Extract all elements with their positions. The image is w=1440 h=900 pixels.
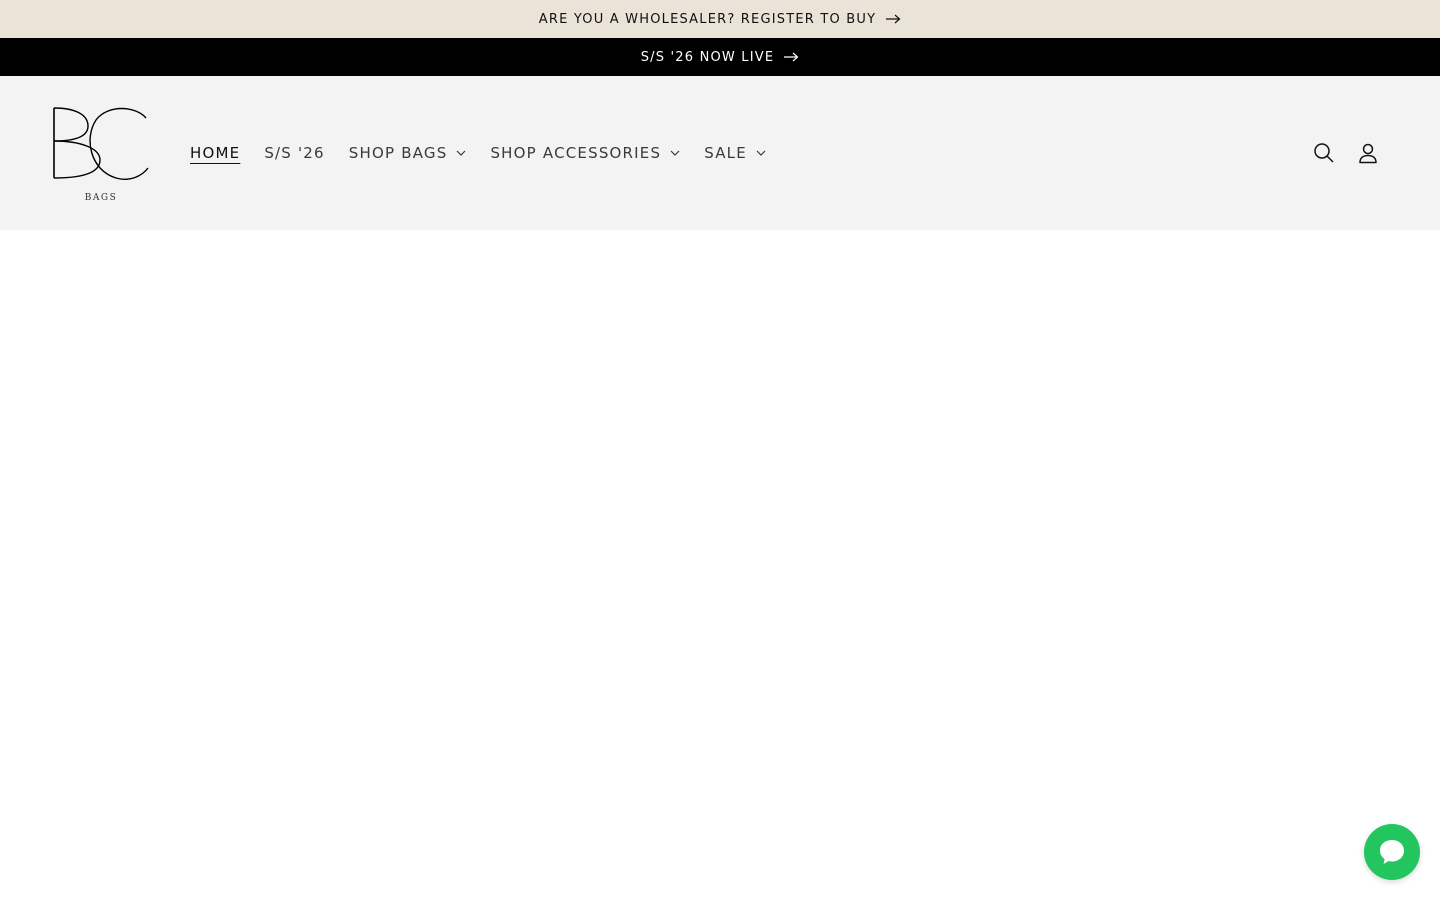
- header-icons: [1312, 76, 1380, 230]
- chevron-down-icon: [670, 150, 680, 156]
- main-navigation: HOME S/S '26 SHOP BAGS SHOP ACCESSORIES …: [190, 76, 790, 230]
- chat-launcher-button[interactable]: [1364, 824, 1420, 880]
- brand-logo: BAGS: [53, 107, 149, 203]
- search-icon: [1314, 143, 1334, 163]
- season-announcement-text: S/S '26 NOW LIVE: [640, 49, 775, 65]
- account-icon: [1359, 143, 1377, 164]
- chat-bubble-icon: [1380, 840, 1404, 864]
- search-button[interactable]: [1312, 141, 1336, 165]
- nav-item-ss26[interactable]: S/S '26: [264, 144, 324, 162]
- chevron-down-icon: [456, 150, 466, 156]
- site-header: BAGS HOME S/S '26 SHOP BAGS SHOP ACCESSO…: [0, 76, 1440, 230]
- nav-item-home-label: HOME: [190, 144, 241, 162]
- nav-item-home[interactable]: HOME: [190, 144, 240, 162]
- wholesale-announcement-link[interactable]: ARE YOU A WHOLESALER? REGISTER TO BUY: [0, 0, 1440, 38]
- main-content: [0, 230, 1440, 900]
- account-button[interactable]: [1356, 141, 1380, 165]
- nav-item-shop-accessories-label: SHOP ACCESSORIES: [490, 144, 662, 162]
- nav-item-shop-bags[interactable]: SHOP BAGS: [349, 144, 467, 162]
- nav-item-sale-label: SALE: [704, 144, 747, 162]
- nav-item-sale[interactable]: SALE: [704, 144, 766, 162]
- wholesale-announcement-text: ARE YOU A WHOLESALER? REGISTER TO BUY: [538, 11, 877, 27]
- arrow-right-icon: [886, 14, 901, 24]
- brand-logo-link[interactable]: BAGS: [50, 104, 152, 204]
- nav-item-ss26-label: S/S '26: [264, 144, 325, 162]
- logo-subtitle: BAGS: [85, 193, 117, 203]
- nav-item-shop-accessories[interactable]: SHOP ACCESSORIES: [490, 144, 680, 162]
- season-announcement-link[interactable]: S/S '26 NOW LIVE: [0, 38, 1440, 76]
- chevron-down-icon: [756, 150, 766, 156]
- arrow-right-icon: [784, 52, 799, 62]
- nav-item-shop-bags-label: SHOP BAGS: [348, 144, 448, 162]
